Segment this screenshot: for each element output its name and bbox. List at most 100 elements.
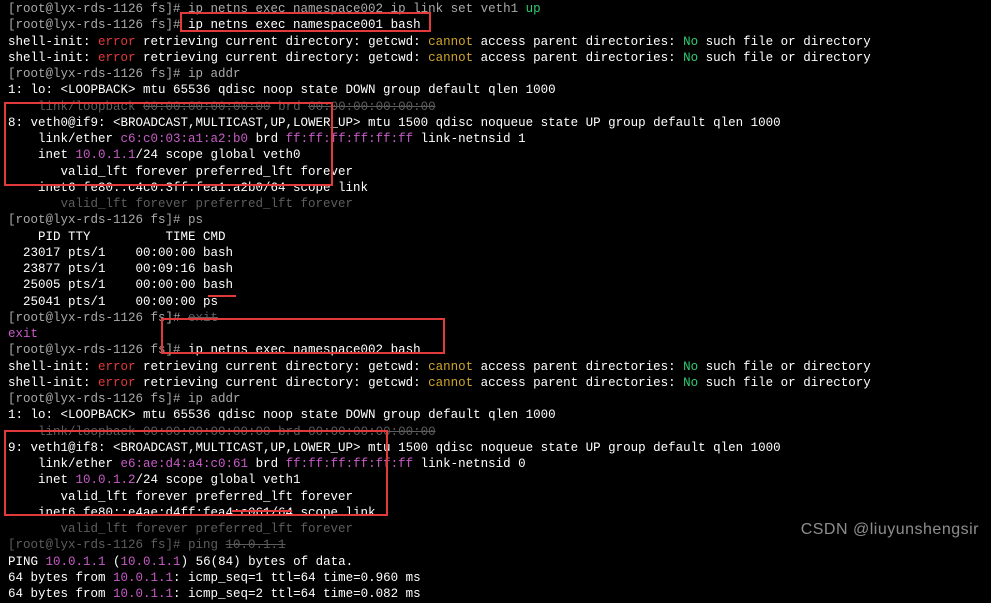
terminal-text: [root@lyx-rds-1126 fs]# ip addr [8,392,241,406]
terminal-line: [root@lyx-rds-1126 fs]# ip addr [8,391,983,407]
terminal-line: 64 bytes from 10.0.1.1: icmp_seq=2 ttl=6… [8,586,983,602]
terminal-line: inet6 fe80::c4c0:3ff:fea1:a2b0/64 scope … [8,180,983,196]
terminal-text: link/ether [8,457,121,471]
terminal-text: c6:c0:03:a1:a2:b0 [121,132,249,146]
terminal-text: 1: lo: <LOOPBACK> mtu 65536 qdisc noop s… [8,408,556,422]
terminal-text: inet6 fe80::e4ae:d4ff:fea4:c061/64 scope… [8,506,383,520]
terminal-line: PID TTY TIME CMD [8,229,983,245]
terminal-line: shell-init: error retrieving current dir… [8,375,983,391]
terminal-text: inet [8,148,76,162]
terminal-line: inet6 fe80::e4ae:d4ff:fea4:c061/64 scope… [8,505,983,521]
terminal-text: link/loopback [8,425,143,439]
terminal-text: brd [248,457,286,471]
terminal-text: [root@lyx-rds-1126 fs]# ps [8,213,203,227]
terminal-text: ip netns exec namespace002 bash [188,343,421,357]
terminal-text: exit [8,327,38,341]
terminal-line: [root@lyx-rds-1126 fs]# ip netns exec na… [8,17,983,33]
terminal-text: link/ether [8,132,121,146]
terminal-line: [root@lyx-rds-1126 fs]# ip netns exec na… [8,1,983,17]
terminal-text: ff:ff:ff:ff:ff:ff [286,457,414,471]
terminal-text: shell-init: [8,51,98,65]
terminal-text: 9: veth1@if8: <BROADCAST,MULTICAST,UP,LO… [8,441,781,455]
terminal-text: such file or directory [698,35,871,49]
terminal-text: such file or directory [698,376,871,390]
terminal-line: [root@lyx-rds-1126 fs]# ip addr [8,66,983,82]
terminal-text: PID TTY TIME CMD [8,230,226,244]
terminal-text: [root@lyx-rds-1126 fs]# [8,18,188,32]
terminal-text: inet [8,473,76,487]
terminal-text: 64 bytes from [8,571,113,585]
terminal-text: error [98,35,136,49]
terminal-text: : icmp_seq=1 ttl=64 time=0.960 ms [173,571,421,585]
terminal-text: retrieving current directory: getcwd: [136,376,429,390]
terminal-text: No [683,360,698,374]
terminal-line: shell-init: error retrieving current dir… [8,50,983,66]
terminal-text: shell-init: [8,35,98,49]
terminal-text: brd [271,100,309,114]
terminal-text: ( [106,555,121,569]
terminal-line: exit [8,326,983,342]
terminal-line: 9: veth1@if8: <BROADCAST,MULTICAST,UP,LO… [8,440,983,456]
terminal-text: valid_lft forever preferred_lft forever [8,165,353,179]
terminal-text: valid_lft forever preferred_lft forever [8,490,353,504]
terminal-line: valid_lft forever preferred_lft forever [8,196,983,212]
terminal-line: valid_lft forever preferred_lft forever [8,164,983,180]
terminal-text: error [98,376,136,390]
terminal-text: such file or directory [698,360,871,374]
terminal-output[interactable]: [root@lyx-rds-1126 fs]# ip netns exec na… [0,0,991,603]
terminal-text: 23877 pts/1 00:09:16 bash [8,262,233,276]
terminal-text: [root@lyx-rds-1126 fs]# [8,343,188,357]
terminal-text: No [683,51,698,65]
terminal-text: 10.0.1.1 [113,571,173,585]
terminal-text: retrieving current directory: getcwd: [136,51,429,65]
terminal-line: 25005 pts/1 00:00:00 bash [8,277,983,293]
terminal-line: 1: lo: <LOOPBACK> mtu 65536 qdisc noop s… [8,407,983,423]
terminal-text: up [526,2,541,16]
terminal-text: access parent directories: [473,35,683,49]
terminal-text: No [683,35,698,49]
terminal-text: cannot [428,35,473,49]
terminal-text: cannot [428,51,473,65]
terminal-text: /24 scope global veth1 [136,473,301,487]
terminal-text: shell-init: [8,376,98,390]
terminal-text: [root@lyx-rds-1126 fs]# ip addr [8,67,241,81]
terminal-text: brd [271,425,309,439]
terminal-text: 64 bytes from [8,587,113,601]
terminal-text: link-netnsid 1 [413,132,526,146]
terminal-text: 1: lo: <LOOPBACK> mtu 65536 qdisc noop s… [8,83,556,97]
terminal-text: shell-init: [8,360,98,374]
terminal-text: exit [188,311,218,325]
terminal-text: 25041 pts/1 00:00:00 ps [8,295,218,309]
terminal-text: ) 56(84) bytes of data. [181,555,354,569]
terminal-text: PING [8,555,46,569]
terminal-text: 10.0.1.1 [76,148,136,162]
terminal-text: 10.0.1.1 [46,555,106,569]
terminal-line: 25041 pts/1 00:00:00 ps [8,294,983,310]
terminal-text: 10.0.1.1 [113,587,173,601]
terminal-text: : icmp_seq=2 ttl=64 time=0.082 ms [173,587,421,601]
terminal-text: [root@lyx-rds-1126 fs]# ping [8,538,226,552]
terminal-text: ip netns exec namespace001 bash [188,18,421,32]
terminal-line: link/loopback 00:00:00:00:00:00 brd 00:0… [8,424,983,440]
terminal-text: valid_lft forever preferred_lft forever [8,522,353,536]
terminal-line: link/ether e6:ae:d4:a4:c0:61 brd ff:ff:f… [8,456,983,472]
terminal-text: valid_lft forever preferred_lft forever [8,197,353,211]
terminal-line: shell-init: error retrieving current dir… [8,34,983,50]
terminal-text: 00:00:00:00:00:00 [143,425,271,439]
terminal-text: retrieving current directory: getcwd: [136,360,429,374]
terminal-line: 23877 pts/1 00:09:16 bash [8,261,983,277]
terminal-line: inet 10.0.1.2/24 scope global veth1 [8,472,983,488]
terminal-text: brd [248,132,286,146]
terminal-line: 64 bytes from 10.0.1.1: icmp_seq=1 ttl=6… [8,570,983,586]
terminal-text: link/loopback [8,100,143,114]
terminal-line: [root@lyx-rds-1126 fs]# exit [8,310,983,326]
terminal-line: 8: veth0@if9: <BROADCAST,MULTICAST,UP,LO… [8,115,983,131]
terminal-line: link/ether c6:c0:03:a1:a2:b0 brd ff:ff:f… [8,131,983,147]
terminal-text: 00:00:00:00:00:00 [308,425,436,439]
terminal-text: 25005 pts/1 00:00:00 bash [8,278,233,292]
terminal-text: [root@lyx-rds-1126 fs]# [8,311,188,325]
terminal-text: No [683,376,698,390]
terminal-line: valid_lft forever preferred_lft forever [8,489,983,505]
terminal-text: access parent directories: [473,376,683,390]
terminal-text: such file or directory [698,51,871,65]
